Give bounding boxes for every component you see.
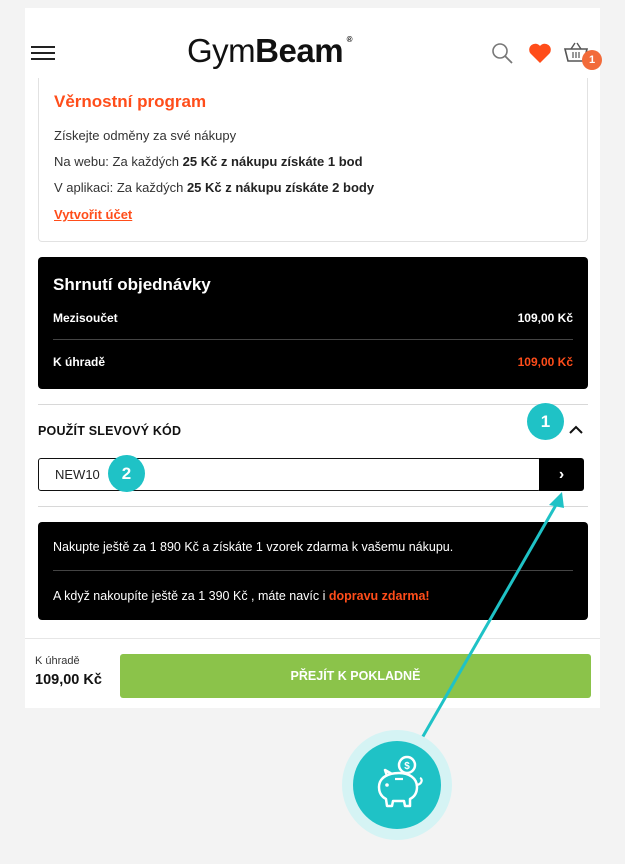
menu-icon[interactable]	[31, 46, 55, 62]
proceed-to-checkout-button[interactable]: PŘEJÍT K POKLADNĚ	[120, 654, 591, 698]
step-1-badge: 1	[527, 403, 564, 440]
due-value: 109,00 Kč	[35, 672, 102, 688]
divider	[38, 506, 588, 507]
order-summary: Shrnutí objednávky Mezisoučet 109,00 Kč …	[38, 257, 588, 389]
piggy-bank-glyph: $	[377, 755, 423, 808]
loyalty-title: Věrnostní program	[54, 92, 207, 111]
subtotal-row: Mezisoučet 109,00 Kč	[53, 311, 573, 340]
checkout-bar: K úhradě 109,00 Kč PŘEJÍT K POKLADNĚ	[25, 638, 600, 708]
promo-sample-text: Nakupte ještě za 1 890 Kč a získáte 1 vz…	[53, 540, 573, 571]
summary-title: Shrnutí objednávky	[53, 275, 211, 294]
loyalty-intro: Získejte odměny za své nákupy	[54, 128, 237, 143]
subtotal-value: 109,00 Kč	[517, 311, 573, 325]
svg-text:$: $	[404, 761, 410, 772]
apply-coupon-button[interactable]: ›	[539, 458, 584, 491]
create-account-link[interactable]: Vytvořit účet	[54, 207, 132, 222]
loyalty-web-rule: Na webu: Za každých 25 Kč z nákupu získá…	[54, 154, 363, 169]
heart-icon[interactable]	[528, 42, 552, 64]
checkout-page: GymBeam ® 1 Věrnostní program Získejte od…	[25, 8, 602, 708]
search-icon[interactable]	[491, 42, 513, 64]
gymbeam-logo[interactable]: GymBeam ®	[187, 32, 353, 70]
coupon-toggle-label[interactable]: POUŽÍT SLEVOVÝ KÓD	[38, 424, 181, 438]
step-2-badge: 2	[108, 455, 145, 492]
total-label: K úhradě	[53, 355, 106, 369]
subtotal-label: Mezisoučet	[53, 311, 118, 325]
piggy-bank-icon: $	[353, 741, 441, 829]
promo-shipping-text: A když nakoupíte ještě za 1 390 Kč , mát…	[53, 589, 430, 603]
chevron-right-icon: ›	[558, 465, 565, 483]
chevron-up-icon[interactable]	[569, 425, 583, 435]
site-header: GymBeam ® 1	[25, 8, 602, 80]
divider	[38, 404, 588, 405]
loyalty-app-rule: V aplikaci: Za každých 25 Kč z nákupu zí…	[54, 180, 375, 195]
due-label: K úhradě	[35, 655, 80, 667]
total-value: 109,00 Kč	[517, 355, 573, 369]
free-shipping-promo: Nakupte ještě za 1 890 Kč a získáte 1 vz…	[38, 522, 588, 620]
loyalty-program-box: Věrnostní program Získejte odměny za své…	[38, 78, 588, 242]
cart-count-badge: 1	[582, 50, 602, 70]
total-row: K úhradě 109,00 Kč	[53, 355, 573, 369]
